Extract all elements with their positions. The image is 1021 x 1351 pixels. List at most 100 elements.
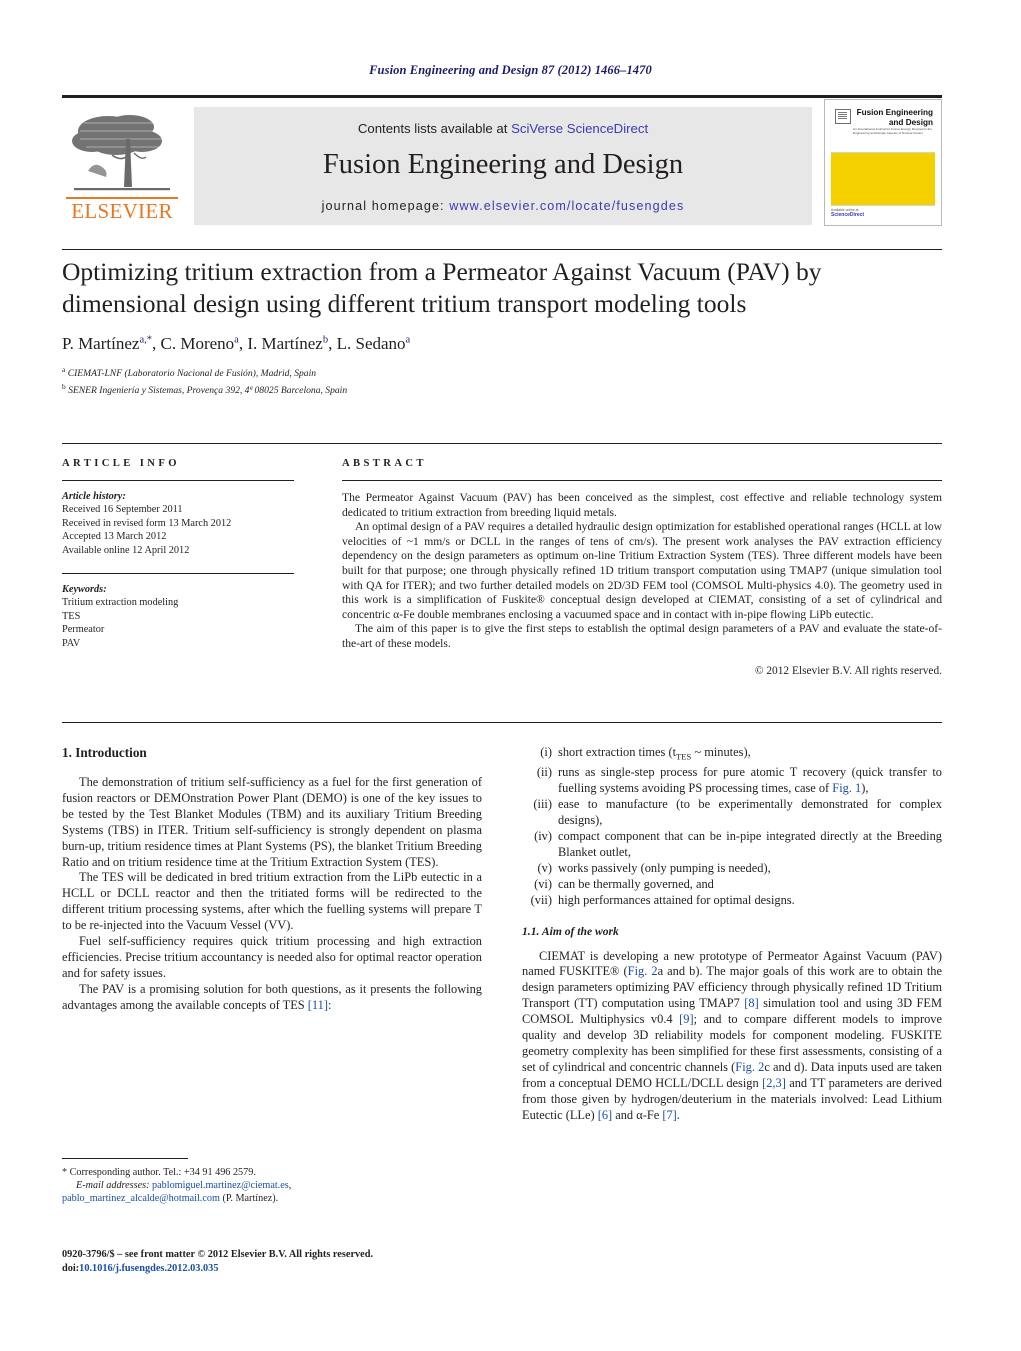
advantages-list: (i) short extraction times (tTES ~ minut… <box>522 745 942 909</box>
article-history-block: Article history: Received 16 September 2… <box>62 490 294 557</box>
abstract-copyright: © 2012 Elsevier B.V. All rights reserved… <box>754 664 942 677</box>
citation-9[interactable]: [9] <box>679 1012 693 1026</box>
article-title: Optimizing tritium extraction from a Per… <box>62 257 822 318</box>
history-item-2: Accepted 13 March 2012 <box>62 531 167 543</box>
intro-paragraph-0: The demonstration of tritium self-suffic… <box>62 775 482 869</box>
author-list: P. Martíneza,*, C. Morenoa, I. Martínezb… <box>62 334 411 353</box>
list-item: (vi) can be thermally governed, and <box>522 877 942 893</box>
author-4: L. Sedanoa <box>336 334 411 353</box>
affiliation-a-mark: a <box>62 365 66 374</box>
article-info-rule <box>62 480 294 481</box>
cover-elsevier-icon <box>835 109 851 124</box>
running-head: Fusion Engineering and Design 87 (2012) … <box>369 63 652 77</box>
abstract-heading: ABSTRACT <box>342 458 427 469</box>
imprint-line: 0920-3796/$ – see front matter © 2012 El… <box>62 1249 374 1260</box>
history-item-0: Received 16 September 2011 <box>62 504 183 516</box>
cover-footer: Available online at ScienceDirect <box>831 205 935 221</box>
advantage-num-i: (i) <box>540 745 552 759</box>
advantage-text-vii: high performances attained for optimal d… <box>558 892 795 907</box>
email-note: E-mail addresses: pablomiguel.martinez@c… <box>76 1180 292 1192</box>
list-item: (iii) ease to manufacture (to be experim… <box>522 797 942 829</box>
intro-paragraph-2: Fuel self-sufficiency requires quick tri… <box>62 934 482 980</box>
contents-prefix: Contents lists available at <box>357 121 512 136</box>
info-bottom-rule <box>62 722 942 723</box>
list-item: (ii) runs as single-step process for pur… <box>522 765 942 797</box>
list-item: (vii) high performances attained for opt… <box>522 893 942 909</box>
doi-link[interactable]: 10.1016/j.fusengdes.2012.03.035 <box>79 1263 218 1274</box>
abstract-paragraph-0: The Permeator Against Vacuum (PAV) has b… <box>342 491 942 519</box>
advantage-text-vi: can be thermally governed, and <box>558 876 714 891</box>
affiliation-list: a CIEMAT-LNF (Laboratorio Nacional de Fu… <box>62 364 942 398</box>
elsevier-logo: ELSEVIER <box>62 107 182 225</box>
affiliation-a: a CIEMAT-LNF (Laboratorio Nacional de Fu… <box>62 365 317 380</box>
keyword-2: Permeator <box>62 624 105 636</box>
citation-2-3[interactable]: [2,3] <box>762 1076 786 1090</box>
advantage-num-iv: (iv) <box>534 829 552 843</box>
citation-8[interactable]: [8] <box>744 996 758 1010</box>
citation-6[interactable]: [6] <box>598 1108 612 1122</box>
keyword-1: TES <box>62 610 81 622</box>
keywords-rule <box>62 573 294 575</box>
article-info-column: ARTICLE INFO Article history: Received 1… <box>62 458 294 650</box>
journal-masthead: ELSEVIER Contents lists available at Sci… <box>62 95 942 229</box>
cover-header: Fusion Engineering and Design An Interna… <box>831 106 935 153</box>
section-heading-introduction: 1. Introduction <box>62 745 147 760</box>
doi-label: doi: <box>62 1262 80 1274</box>
abstract-body: The Permeator Against Vacuum (PAV) has b… <box>342 491 942 652</box>
title-block: Optimizing tritium extraction from a Per… <box>62 256 942 398</box>
advantage-num-iii: (iii) <box>533 797 552 812</box>
figure-ref-2a[interactable]: Fig. 2 <box>628 964 658 978</box>
author-2-marks: a <box>234 334 239 346</box>
list-item: (iv) compact component that can be in-pi… <box>522 829 942 861</box>
email-link-1[interactable]: pablomiguel.martinez@ciemat.es <box>152 1180 289 1191</box>
advantage-text-iv: compact component that can be in-pipe in… <box>558 829 942 859</box>
citation-7[interactable]: [7] <box>662 1108 676 1122</box>
advantage-num-ii: (ii) <box>536 765 552 780</box>
body-column-left: 1. Introduction The demonstration of tri… <box>62 745 482 1014</box>
email-label: E-mail addresses: <box>76 1180 150 1192</box>
advantage-text-ii: runs as single-step process for pure ato… <box>558 765 942 796</box>
figure-ref-2c[interactable]: Fig. 2 <box>735 1060 764 1074</box>
intro-paragraph-3: The PAV is a promising solution for both… <box>62 982 482 1014</box>
advantages-lead-tail: : <box>327 997 332 1012</box>
affiliation-b: b SENER Ingeniería y Sistemas, Provença … <box>62 381 348 396</box>
advantage-text-i: short extraction times (tTES ~ minutes), <box>558 745 751 762</box>
author-1-marks: a,* <box>139 334 152 346</box>
advantage-num-v: (v) <box>537 860 552 875</box>
affiliation-b-mark: b <box>62 381 66 391</box>
keywords-label: Keywords: <box>62 584 107 596</box>
cover-color-field <box>831 153 935 205</box>
author-3-marks: b <box>322 334 329 346</box>
advantage-num-vii: (vii) <box>530 892 552 907</box>
abstract-column: ABSTRACT The Permeator Against Vacuum (P… <box>342 458 942 677</box>
history-item-3: Available online 12 April 2012 <box>62 544 190 556</box>
advantage-text-v: works passively (only pumping is needed)… <box>558 860 771 875</box>
list-item: (v) works passively (only pumping is nee… <box>522 861 942 877</box>
list-item: (i) short extraction times (tTES ~ minut… <box>522 745 942 765</box>
keyword-3: PAV <box>62 637 81 649</box>
keyword-0: Tritium extraction modeling <box>62 597 179 609</box>
journal-cover-thumbnail: Fusion Engineering and Design An Interna… <box>824 99 942 226</box>
journal-homepage-link[interactable]: www.elsevier.com/locate/fusengdes <box>449 199 684 213</box>
figure-ref-1[interactable]: Fig. 1 <box>832 781 861 795</box>
aim-paragraph: CIEMAT is developing a new prototype of … <box>522 948 942 1122</box>
keywords-block: Keywords: Tritium extraction modeling TE… <box>62 583 294 650</box>
author-4-marks: a <box>405 334 411 346</box>
citation-11[interactable]: [11] <box>308 998 328 1012</box>
sciencedirect-link[interactable]: SciVerse ScienceDirect <box>511 121 648 136</box>
doi-line: doi:10.1016/j.fusengdes.2012.03.035 <box>62 1262 492 1276</box>
body-column-right: (i) short extraction times (tTES ~ minut… <box>522 745 942 1124</box>
masthead-top-rule <box>62 95 942 98</box>
journal-title: Fusion Engineering and Design <box>322 149 684 180</box>
title-top-rule <box>62 249 942 250</box>
email-link-2[interactable]: pablo_martinez_alcalde@hotmail.com <box>62 1193 220 1204</box>
journal-band: Contents lists available at SciVerse Sci… <box>194 107 812 225</box>
advantages-lead-text: The PAV is a promising solution for both… <box>62 981 482 1012</box>
elsevier-tree-icon <box>68 109 176 197</box>
cover-subtitle: An International Journal for Fusion Ener… <box>853 127 932 135</box>
abstract-paragraph-1: An optimal design of a PAV requires a de… <box>342 520 942 621</box>
advantage-num-vi: (vi) <box>534 876 552 891</box>
subsection-heading-aim: 1.1. Aim of the work <box>522 924 619 938</box>
info-top-rule <box>62 443 942 444</box>
abstract-rule <box>342 480 942 481</box>
